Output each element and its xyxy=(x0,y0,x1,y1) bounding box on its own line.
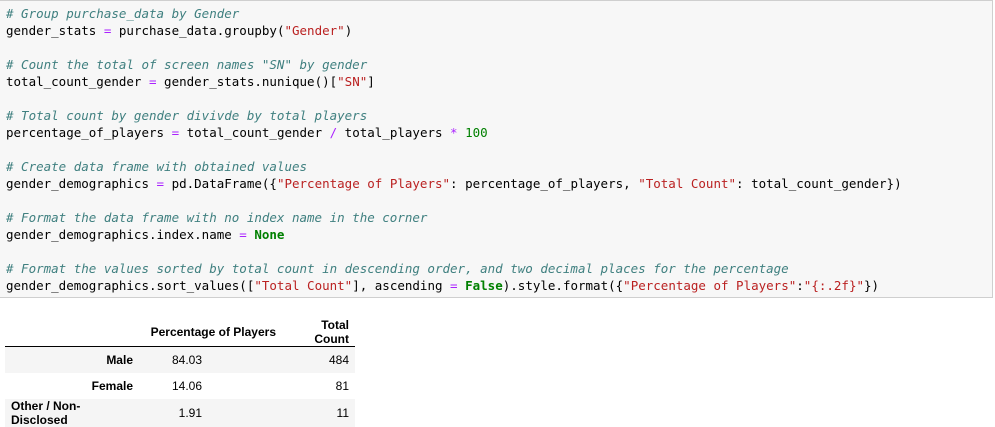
code-token: = xyxy=(239,227,247,242)
code-token: "{:.2f}" xyxy=(803,278,865,293)
code-token: "Gender" xyxy=(284,23,345,38)
code-token: # Format the values sorted by total coun… xyxy=(6,261,789,276)
percentage-cell: 1.91 xyxy=(178,405,202,420)
code-token: ) xyxy=(344,23,353,38)
code-line: # Count the total of screen names "SN" b… xyxy=(6,56,902,73)
row-index: Female xyxy=(91,378,133,393)
code-cell[interactable]: # Group purchase_data by Gender gender_st… xyxy=(0,0,993,298)
code-line: gender_demographics.index.name = None xyxy=(6,226,902,243)
code-line: gender_stats = purchase_data.groupby("Ge… xyxy=(6,22,902,39)
code-token: * xyxy=(450,125,458,140)
code-token: # Format the data frame with no index na… xyxy=(6,210,428,225)
code-token: False xyxy=(465,278,503,293)
table-row: Female 14.06 81 xyxy=(5,373,355,399)
code-token: : percentage_of_players, xyxy=(450,176,639,191)
code-token: gender_stats xyxy=(6,23,104,38)
column-header-total-count: Total Count xyxy=(282,318,355,347)
code-token: "SN" xyxy=(337,74,368,89)
code-token: = xyxy=(450,278,458,293)
code-token: "Total Count" xyxy=(254,278,353,293)
total-count-cell: 484 xyxy=(328,352,349,367)
code-line: gender_demographics.sort_values(["Total … xyxy=(6,277,902,294)
code-line: # Total count by gender divivde by total… xyxy=(6,107,902,124)
code-line: total_count_gender = gender_stats.nuniqu… xyxy=(6,73,902,90)
code-token: "Percentage of Players" xyxy=(623,278,797,293)
code-token: # Group purchase_data by Gender xyxy=(6,6,240,21)
code-token: = xyxy=(171,125,180,140)
code-token: total_players xyxy=(337,125,451,140)
table-header-row: Percentage of Players Total Count xyxy=(5,318,355,347)
code-token: : xyxy=(796,278,804,293)
column-header-percentage: Percentage of Players xyxy=(139,318,282,347)
code-line: gender_demographics = pd.DataFrame({"Per… xyxy=(6,175,902,192)
code-token: ] xyxy=(367,74,375,89)
code-token: "Percentage of Players" xyxy=(276,176,451,191)
row-index: Male xyxy=(106,352,133,367)
code-token: gender_demographics.sort_values([ xyxy=(6,278,255,293)
code-token: gender_demographics xyxy=(6,176,157,191)
code-token: ], ascending xyxy=(352,278,451,293)
code-line: # Format the data frame with no index na… xyxy=(6,209,902,226)
code-line: # Format the values sorted by total coun… xyxy=(6,260,902,277)
table-row: Other / Non-Disclosed 1.91 11 xyxy=(5,398,355,427)
code-line: # Create data frame with obtained values xyxy=(6,158,902,175)
code-token: ).style.format({ xyxy=(502,278,624,293)
code-token: 100 xyxy=(465,125,488,140)
code-token: # Total count by gender divivde by total… xyxy=(6,108,368,123)
code-token: pd.DataFrame({ xyxy=(164,176,277,191)
code-token: = xyxy=(149,74,157,89)
total-count-cell: 11 xyxy=(336,405,349,420)
code-token: percentage_of_players xyxy=(6,125,172,140)
code-token: # Create data frame with obtained values xyxy=(6,159,308,174)
dataframe-table: Percentage of Players Total Count Male 8… xyxy=(5,318,355,427)
table-row: Male 84.03 484 xyxy=(5,346,355,373)
percentage-cell: 14.06 xyxy=(171,378,202,393)
code-token: total_count_gender xyxy=(6,74,149,89)
code-token: = xyxy=(156,176,165,191)
total-count-cell: 81 xyxy=(335,378,349,393)
output-area: Percentage of Players Total Count Male 8… xyxy=(5,318,355,427)
code-line: # Group purchase_data by Gender xyxy=(6,5,902,22)
code-token: gender_stats.nunique()[ xyxy=(156,74,338,89)
code-token: "Total Count" xyxy=(638,176,737,191)
code-token: gender_demographics.index.name xyxy=(6,227,240,242)
row-index: Other / Non-Disclosed xyxy=(11,398,81,427)
code-token: None xyxy=(254,227,285,242)
percentage-cell: 84.03 xyxy=(171,352,202,367)
code-token: }) xyxy=(864,278,880,293)
code-token: : total_count_gender}) xyxy=(736,176,902,191)
code-token: purchase_data.groupby( xyxy=(111,23,285,38)
code-token: total_count_gender xyxy=(179,125,330,140)
index-corner xyxy=(5,318,139,347)
code-token: # Count the total of screen names "SN" b… xyxy=(6,57,368,72)
code-editor[interactable]: # Group purchase_data by Gender gender_st… xyxy=(6,5,902,294)
code-line: percentage_of_players = total_count_gend… xyxy=(6,124,902,141)
